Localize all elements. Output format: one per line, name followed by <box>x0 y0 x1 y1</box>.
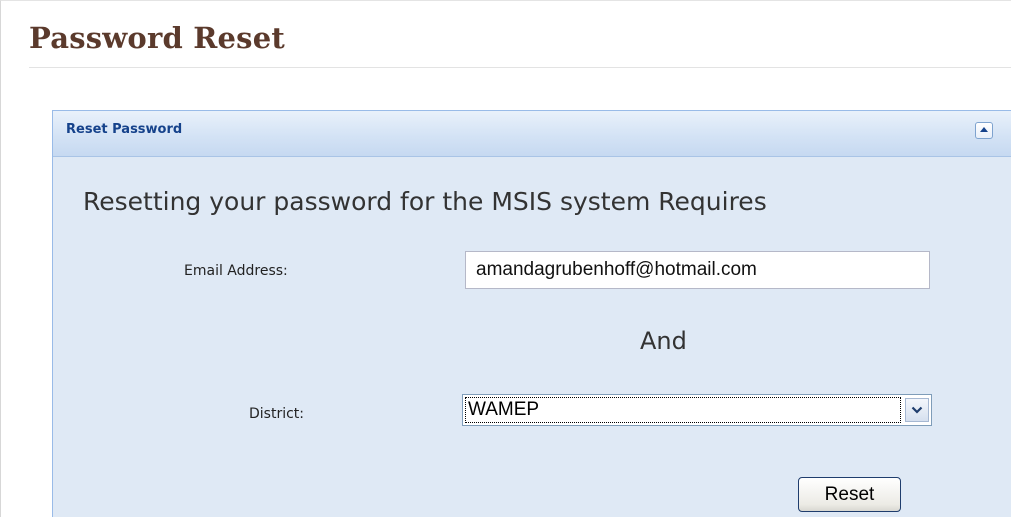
district-label: District: <box>249 406 305 422</box>
panel-heading: Resetting your password for the MSIS sys… <box>83 187 767 216</box>
email-label: Email Address: <box>184 263 288 279</box>
collapse-button[interactable] <box>975 122 993 139</box>
page-title: Password Reset <box>29 21 285 55</box>
chevron-down-icon <box>911 406 923 414</box>
page: Password Reset Reset Password Resetting … <box>0 0 1011 517</box>
panel-header: Reset Password <box>53 111 1011 157</box>
district-select[interactable]: WAMEP <box>462 394 932 426</box>
and-text: And <box>640 327 687 355</box>
dropdown-button[interactable] <box>905 398 929 422</box>
email-field[interactable] <box>465 251 930 289</box>
title-divider <box>29 67 1011 68</box>
reset-password-panel: Reset Password Resetting your password f… <box>52 110 1011 517</box>
district-selected-value: WAMEP <box>465 397 901 423</box>
reset-button[interactable]: Reset <box>798 477 901 512</box>
panel-title: Reset Password <box>66 122 183 137</box>
collapse-up-icon <box>980 127 988 132</box>
